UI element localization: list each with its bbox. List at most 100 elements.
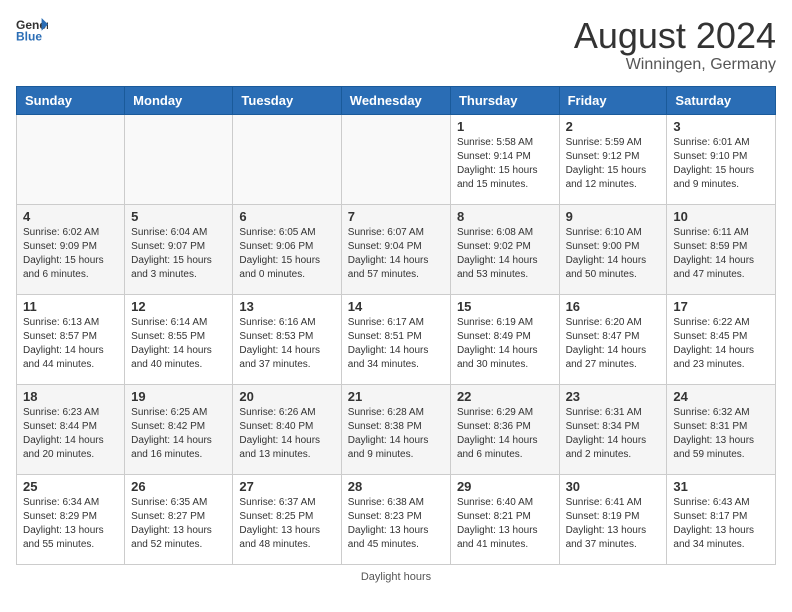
day-info: Sunrise: 6:16 AMSunset: 8:53 PMDaylight:… (239, 316, 334, 372)
day-info: Sunrise: 6:43 AMSunset: 8:17 PMDaylight:… (673, 496, 769, 552)
day-cell: 23Sunrise: 6:31 AMSunset: 8:34 PMDayligh… (559, 384, 667, 474)
day-info: Sunrise: 6:31 AMSunset: 8:34 PMDaylight:… (566, 406, 661, 462)
day-number: 5 (131, 209, 226, 224)
day-info: Sunrise: 6:28 AMSunset: 8:38 PMDaylight:… (348, 406, 444, 462)
day-info: Sunrise: 6:38 AMSunset: 8:23 PMDaylight:… (348, 496, 444, 552)
day-number: 22 (457, 389, 553, 404)
week-row-4: 18 Sunrise: 6:23 AMSunset: 8:44 PMDayligh… (17, 384, 776, 474)
day-cell: 9Sunrise: 6:10 AMSunset: 9:00 PMDaylight… (559, 204, 667, 294)
day-cell: 2 Sunrise: 5:59 AMSunset: 9:12 PMDaylight… (559, 114, 667, 204)
day-cell: 25 Sunrise: 6:34 AMSunset: 8:29 PMDayligh… (17, 474, 125, 564)
day-number: 17 (673, 299, 769, 314)
day-cell: 18 Sunrise: 6:23 AMSunset: 8:44 PMDayligh… (17, 384, 125, 474)
day-info: Sunrise: 6:17 AMSunset: 8:51 PMDaylight:… (348, 316, 444, 372)
day-number: 9 (566, 209, 661, 224)
day-cell: 20Sunrise: 6:26 AMSunset: 8:40 PMDayligh… (233, 384, 341, 474)
header-row: SundayMondayTuesdayWednesdayThursdayFrid… (17, 86, 776, 114)
day-number: 30 (566, 479, 661, 494)
day-cell: 3 Sunrise: 6:01 AMSunset: 9:10 PMDaylight… (667, 114, 776, 204)
title-block: August 2024 Winningen, Germany (574, 16, 776, 74)
day-cell (233, 114, 341, 204)
day-info: Sunrise: 5:59 AMSunset: 9:12 PMDaylight:… (566, 136, 661, 192)
day-cell: 19 Sunrise: 6:25 AMSunset: 8:42 PMDayligh… (125, 384, 233, 474)
col-header-wednesday: Wednesday (341, 86, 450, 114)
day-info: Sunrise: 6:22 AMSunset: 8:45 PMDaylight:… (673, 316, 769, 372)
day-info: Sunrise: 6:41 AMSunset: 8:19 PMDaylight:… (566, 496, 661, 552)
day-number: 12 (131, 299, 226, 314)
day-cell: 17 Sunrise: 6:22 AMSunset: 8:45 PMDayligh… (667, 294, 776, 384)
day-info: Sunrise: 6:25 AMSunset: 8:42 PMDaylight:… (131, 406, 226, 462)
day-cell: 26 Sunrise: 6:35 AMSunset: 8:27 PMDayligh… (125, 474, 233, 564)
day-info: Sunrise: 6:08 AMSunset: 9:02 PMDaylight:… (457, 226, 553, 282)
day-number: 29 (457, 479, 553, 494)
day-cell: 29 Sunrise: 6:40 AMSunset: 8:21 PMDayligh… (450, 474, 559, 564)
day-info: Sunrise: 6:20 AMSunset: 8:47 PMDaylight:… (566, 316, 661, 372)
day-info: Sunrise: 6:05 AMSunset: 9:06 PMDaylight:… (239, 226, 334, 282)
day-info: Sunrise: 6:29 AMSunset: 8:36 PMDaylight:… (457, 406, 553, 462)
day-cell: 12 Sunrise: 6:14 AMSunset: 8:55 PMDayligh… (125, 294, 233, 384)
day-number: 21 (348, 389, 444, 404)
day-number: 14 (348, 299, 444, 314)
svg-text:Blue: Blue (16, 29, 42, 43)
day-info: Sunrise: 6:26 AMSunset: 8:40 PMDaylight:… (239, 406, 334, 462)
week-row-5: 25 Sunrise: 6:34 AMSunset: 8:29 PMDayligh… (17, 474, 776, 564)
day-cell: 1 Sunrise: 5:58 AMSunset: 9:14 PMDaylight… (450, 114, 559, 204)
day-info: Sunrise: 6:04 AMSunset: 9:07 PMDaylight:… (131, 226, 226, 282)
day-cell: 13 Sunrise: 6:16 AMSunset: 8:53 PMDayligh… (233, 294, 341, 384)
day-cell: 4Sunrise: 6:02 AMSunset: 9:09 PMDaylight… (17, 204, 125, 294)
week-row-3: 11 Sunrise: 6:13 AMSunset: 8:57 PMDayligh… (17, 294, 776, 384)
day-cell: 21 Sunrise: 6:28 AMSunset: 8:38 PMDayligh… (341, 384, 450, 474)
day-info: Sunrise: 6:37 AMSunset: 8:25 PMDaylight:… (239, 496, 334, 552)
day-info: Sunrise: 5:58 AMSunset: 9:14 PMDaylight:… (457, 136, 553, 192)
day-number: 25 (23, 479, 118, 494)
col-header-monday: Monday (125, 86, 233, 114)
day-cell: 14 Sunrise: 6:17 AMSunset: 8:51 PMDayligh… (341, 294, 450, 384)
day-cell: 6Sunrise: 6:05 AMSunset: 9:06 PMDaylight… (233, 204, 341, 294)
day-number: 11 (23, 299, 118, 314)
day-number: 27 (239, 479, 334, 494)
subtitle: Winningen, Germany (574, 56, 776, 74)
day-number: 19 (131, 389, 226, 404)
day-number: 4 (23, 209, 118, 224)
day-cell: 22 Sunrise: 6:29 AMSunset: 8:36 PMDayligh… (450, 384, 559, 474)
day-cell: 16 Sunrise: 6:20 AMSunset: 8:47 PMDayligh… (559, 294, 667, 384)
day-cell: 27 Sunrise: 6:37 AMSunset: 8:25 PMDayligh… (233, 474, 341, 564)
main-title: August 2024 (574, 16, 776, 56)
day-cell: 7 Sunrise: 6:07 AMSunset: 9:04 PMDaylight… (341, 204, 450, 294)
day-info: Sunrise: 6:35 AMSunset: 8:27 PMDaylight:… (131, 496, 226, 552)
day-number: 2 (566, 119, 661, 134)
day-cell: 10 Sunrise: 6:11 AMSunset: 8:59 PMDayligh… (667, 204, 776, 294)
day-number: 13 (239, 299, 334, 314)
day-number: 18 (23, 389, 118, 404)
day-number: 7 (348, 209, 444, 224)
day-cell: 5 Sunrise: 6:04 AMSunset: 9:07 PMDaylight… (125, 204, 233, 294)
day-info: Sunrise: 6:14 AMSunset: 8:55 PMDaylight:… (131, 316, 226, 372)
day-number: 10 (673, 209, 769, 224)
day-cell: 24Sunrise: 6:32 AMSunset: 8:31 PMDayligh… (667, 384, 776, 474)
day-info: Sunrise: 6:11 AMSunset: 8:59 PMDaylight:… (673, 226, 769, 282)
day-number: 3 (673, 119, 769, 134)
col-header-tuesday: Tuesday (233, 86, 341, 114)
week-row-1: 1 Sunrise: 5:58 AMSunset: 9:14 PMDaylight… (17, 114, 776, 204)
day-number: 16 (566, 299, 661, 314)
day-number: 8 (457, 209, 553, 224)
day-info: Sunrise: 6:07 AMSunset: 9:04 PMDaylight:… (348, 226, 444, 282)
calendar-header: SundayMondayTuesdayWednesdayThursdayFrid… (17, 86, 776, 114)
col-header-thursday: Thursday (450, 86, 559, 114)
logo-icon: General Blue (16, 16, 48, 44)
day-info: Sunrise: 6:01 AMSunset: 9:10 PMDaylight:… (673, 136, 769, 192)
col-header-saturday: Saturday (667, 86, 776, 114)
day-cell: 8 Sunrise: 6:08 AMSunset: 9:02 PMDaylight… (450, 204, 559, 294)
day-info: Sunrise: 6:40 AMSunset: 8:21 PMDaylight:… (457, 496, 553, 552)
day-number: 26 (131, 479, 226, 494)
col-header-friday: Friday (559, 86, 667, 114)
logo: General Blue (16, 16, 48, 44)
calendar-body: 1 Sunrise: 5:58 AMSunset: 9:14 PMDaylight… (17, 114, 776, 564)
day-info: Sunrise: 6:34 AMSunset: 8:29 PMDaylight:… (23, 496, 118, 552)
day-cell (341, 114, 450, 204)
day-info: Sunrise: 6:13 AMSunset: 8:57 PMDaylight:… (23, 316, 118, 372)
day-number: 1 (457, 119, 553, 134)
day-info: Sunrise: 6:23 AMSunset: 8:44 PMDaylight:… (23, 406, 118, 462)
day-info: Sunrise: 6:19 AMSunset: 8:49 PMDaylight:… (457, 316, 553, 372)
page-header: General Blue August 2024 Winningen, Germ… (16, 16, 776, 74)
